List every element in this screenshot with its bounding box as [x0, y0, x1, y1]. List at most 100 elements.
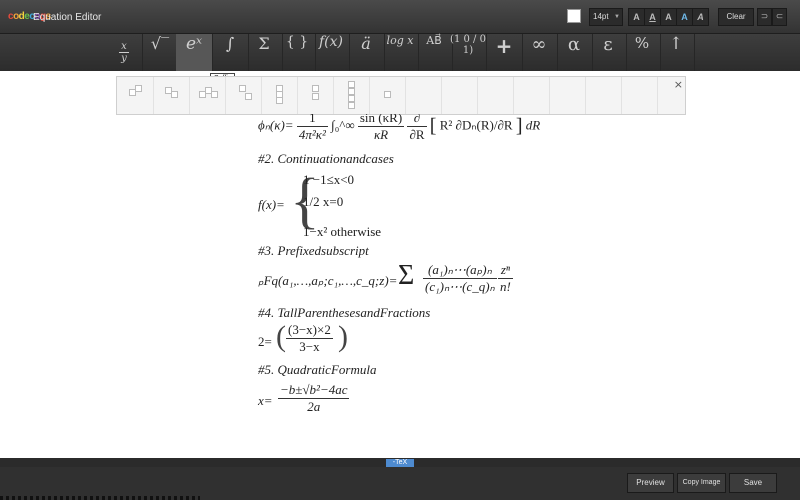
eq1-num1: 1 — [296, 114, 328, 127]
undo-icon[interactable]: ⊃ — [757, 8, 772, 26]
equation-canvas[interactable]: ϕₙ(κ)= 1 4π²κ² ∫₀^∞ sin (κR) κR ∂ ∂R [ R² ∂… — [0, 114, 800, 457]
template-box — [245, 93, 252, 100]
eq5-lhs: x= — [258, 393, 273, 408]
eq4-lhs: 2= — [258, 334, 272, 349]
template-box — [276, 97, 283, 104]
root-button[interactable]: √‾ — [142, 34, 179, 71]
template-box — [211, 91, 218, 98]
template-box — [171, 91, 178, 98]
template-item[interactable] — [333, 77, 370, 114]
template-item[interactable] — [297, 77, 334, 114]
heading-3: #3. Prefixedsubscript — [258, 243, 369, 258]
fraction-den: y — [121, 53, 127, 64]
save-button[interactable]: Save — [729, 473, 777, 493]
eq1-integral: ∫₀^∞ — [331, 117, 355, 133]
eq1-bracket-open: [ — [429, 115, 437, 137]
clear-button[interactable]: Clear — [718, 8, 754, 26]
eq5-num: −b±√b²−4ac — [278, 382, 350, 399]
greek-other-button[interactable]: ε — [590, 34, 627, 71]
eq1-frac3: ∂ ∂R — [407, 114, 427, 143]
eq1-bracket: R² ∂Dₙ(R)/∂R — [439, 117, 513, 133]
template-empty-slot — [441, 77, 478, 114]
eq5-den: 2a — [307, 399, 321, 414]
eq1-tail: dR — [525, 117, 541, 133]
template-box — [348, 81, 355, 88]
eq2-lhs: f(x)= — [258, 197, 285, 212]
template-box — [384, 91, 391, 98]
eq3-num2: zⁿ — [498, 262, 513, 279]
template-item[interactable] — [261, 77, 298, 114]
arrow-button[interactable]: ↑ — [658, 34, 695, 71]
eq1-num2: sin (κR) — [357, 114, 405, 127]
fraction-button[interactable]: x y — [106, 34, 143, 71]
brackets-button[interactable]: { } — [279, 34, 316, 71]
eq3-frac2: zⁿ n! — [498, 262, 513, 295]
percent-button[interactable]: % — [624, 34, 661, 71]
sum-button[interactable]: Σ — [246, 34, 283, 71]
close-icon[interactable]: × — [674, 78, 683, 91]
eq1-num3: ∂ — [407, 114, 427, 127]
preview-button[interactable]: Preview — [627, 473, 674, 493]
style-button-2[interactable]: A — [644, 8, 661, 26]
template-empty-slot — [477, 77, 514, 114]
app-title: Equation Editor — [33, 12, 102, 23]
eq4-paren-close: ) — [338, 320, 348, 353]
template-empty-slot — [585, 77, 622, 114]
eq2-case-2: 1/2 x=0 — [303, 194, 344, 209]
heading-2: #2. Continuationandcases — [258, 151, 394, 166]
greek-lower-button[interactable]: α — [556, 34, 593, 71]
copy-image-button[interactable]: Copy Image — [677, 473, 726, 493]
font-size-value: 14pt — [593, 12, 609, 21]
eq2-case-3: 1−x² otherwise — [303, 224, 382, 239]
eq4-paren-open: ( — [276, 320, 286, 353]
integral-button[interactable]: ∫ — [212, 34, 249, 71]
symbol-toolbar: x y √‾ eˣ ∫ Σ { } f(x) ä log x AB⃗ (1 0 … — [0, 34, 800, 71]
template-item[interactable] — [225, 77, 262, 114]
template-box — [239, 85, 246, 92]
eq1-frac2: sin (κR) κR — [357, 114, 405, 143]
template-box — [348, 88, 355, 95]
eq1-den3: ∂R — [409, 127, 425, 142]
color-picker[interactable] — [567, 9, 581, 23]
eq2-case-1: 1 −1≤x<0 — [303, 172, 355, 187]
eq1-bracket-close: ] — [515, 115, 523, 137]
template-box — [312, 85, 319, 92]
template-box — [312, 93, 319, 100]
title-bar: codecogs Equation Editor 14pt ▼ A A A A … — [0, 0, 800, 34]
font-size-select[interactable]: 14pt ▼ — [589, 8, 623, 26]
fraction-num: x — [121, 41, 127, 52]
eq4-frac: (3−x)×2 3−x — [286, 322, 333, 355]
function-button[interactable]: f(x) — [313, 34, 350, 71]
template-panel: × — [116, 76, 686, 115]
eq3-den2: n! — [500, 279, 511, 294]
operators-button[interactable]: + — [486, 34, 523, 71]
fraction-icon: x y — [119, 41, 129, 64]
template-item[interactable] — [189, 77, 226, 114]
template-item[interactable] — [153, 77, 190, 114]
eq4-num: (3−x)×2 — [286, 322, 333, 339]
infinity-button[interactable]: ∞ — [521, 34, 558, 71]
log-button[interactable]: log x — [382, 34, 419, 71]
eq1-den1: 4π²κ² — [298, 127, 326, 142]
template-empty-slot — [621, 77, 658, 114]
template-item[interactable] — [369, 77, 406, 114]
style-button-4[interactable]: A — [676, 8, 693, 26]
style-button-1[interactable]: A — [628, 8, 645, 26]
eq3-num: (a₁)ₙ⋯(aₚ)ₙ — [423, 262, 497, 279]
template-item[interactable] — [117, 77, 154, 114]
style-button-3[interactable]: A — [660, 8, 677, 26]
template-box — [135, 85, 142, 92]
accent-button[interactable]: ä — [348, 34, 385, 71]
eq3-frac1: (a₁)ₙ⋯(aₚ)ₙ (c₁)ₙ⋯(c_q)ₙ — [423, 262, 497, 295]
vector-button[interactable]: AB⃗ — [416, 34, 453, 71]
style-button-5[interactable]: A — [692, 8, 709, 26]
eq1-lhs: ϕₙ(κ)= — [258, 117, 294, 133]
exponent-button[interactable]: eˣ — [176, 34, 213, 71]
matrix-button[interactable]: (1 0 / 0 1) — [450, 34, 487, 71]
redo-icon[interactable]: ⊂ — [772, 8, 787, 26]
eq5-frac: −b±√b²−4ac 2a — [278, 382, 350, 415]
heading-4: #4. TallParenthesesandFractions — [258, 305, 431, 320]
tex-toggle[interactable]: -TeX — [386, 459, 414, 467]
eq3-lhs: ₚFq(a₁,…,aₚ;c₁,…,c_q;z)= — [258, 273, 398, 288]
template-box — [348, 95, 355, 102]
